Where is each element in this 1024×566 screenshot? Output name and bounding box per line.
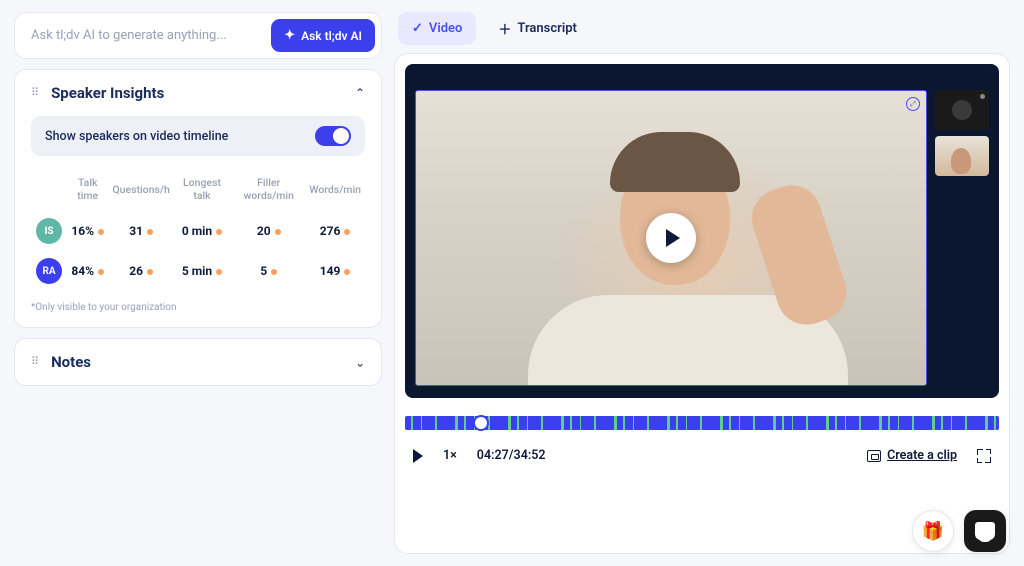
timeline-speakers-toggle-label: Show speakers on video timeline <box>45 129 228 144</box>
speaker-insights-header[interactable]: ⠿ Speaker Insights ⌃ <box>31 84 365 102</box>
play-button[interactable] <box>646 213 696 263</box>
player-frame: ⤢ <box>405 64 999 398</box>
ask-ai-button[interactable]: ✦ Ask tl;dv AI <box>271 19 375 52</box>
speaker-insights-card: ⠿ Speaker Insights ⌃ Show speakers on vi… <box>14 69 382 328</box>
drag-handle-icon[interactable]: ⠿ <box>31 359 41 365</box>
player-controls: 1× 04:27/34:52 Create a clip <box>405 448 999 463</box>
trend-dot-icon <box>147 229 153 235</box>
tab-video[interactable]: ✓ Video <box>398 12 476 45</box>
speaker-stats-table: Talk time Questions/h Longest talk Fille… <box>31 170 365 292</box>
playback-speed[interactable]: 1× <box>443 448 457 463</box>
trend-dot-icon <box>344 269 350 275</box>
speaker-insights-title: Speaker Insights <box>51 84 345 102</box>
cell-filler: 5 <box>260 264 267 278</box>
intercom-icon <box>975 522 995 540</box>
sparkle-icon: ✦ <box>284 28 295 43</box>
ask-ai-label: Ask tl;dv AI <box>301 29 362 43</box>
gift-button[interactable]: 🎁 <box>912 510 954 552</box>
ai-prompt-bar: ✦ Ask tl;dv AI <box>14 12 382 59</box>
ai-prompt-input[interactable] <box>29 27 263 44</box>
expand-icon[interactable]: ⤢ <box>906 97 920 111</box>
table-row: IS 16% 31 0 min 20 276 <box>33 212 363 250</box>
time-display: 04:27/34:52 <box>477 448 546 463</box>
trend-dot-icon <box>271 269 277 275</box>
participant-thumbnails <box>935 90 989 386</box>
timeline <box>405 416 999 430</box>
fullscreen-icon[interactable] <box>977 449 991 463</box>
timeline-speakers-toggle[interactable] <box>315 126 351 146</box>
video-panel: ⤢ 1× 04:27/34:52 <box>394 53 1010 554</box>
time-duration: 34:52 <box>514 448 546 463</box>
trend-dot-icon <box>216 269 222 275</box>
timeline-speakers-toggle-row: Show speakers on video timeline <box>31 116 365 156</box>
right-panel: ✓ Video ＋ Transcript ⤢ <box>394 12 1010 554</box>
playhead[interactable] <box>473 415 489 431</box>
trend-dot-icon <box>147 269 153 275</box>
avatar: RA <box>36 258 62 284</box>
play-small-button[interactable] <box>413 449 423 463</box>
time-current: 04:27 <box>477 448 509 463</box>
check-icon: ✓ <box>412 21 423 36</box>
gift-icon: 🎁 <box>922 521 944 542</box>
main-video[interactable]: ⤢ <box>415 90 927 386</box>
col-longest: Longest talk <box>174 172 230 210</box>
cell-wpm: 149 <box>320 264 341 278</box>
avatar: IS <box>36 218 62 244</box>
tab-transcript[interactable]: ＋ Transcript <box>484 12 590 45</box>
chevron-up-icon: ⌃ <box>355 86 365 100</box>
col-questions: Questions/h <box>110 172 171 210</box>
drag-handle-icon[interactable]: ⠿ <box>31 90 41 96</box>
view-tabs: ✓ Video ＋ Transcript <box>394 12 1010 53</box>
cell-talk-time: 16% <box>71 224 94 238</box>
notes-card: ⠿ Notes ⌃ <box>14 338 382 386</box>
left-panel: ✦ Ask tl;dv AI ⠿ Speaker Insights ⌃ Show… <box>14 12 382 554</box>
tab-video-label: Video <box>429 21 463 36</box>
participant-thumbnail[interactable] <box>935 136 989 176</box>
trend-dot-icon <box>344 229 350 235</box>
floating-actions: 🎁 <box>912 510 1006 552</box>
cell-questions: 26 <box>129 264 143 278</box>
cell-filler: 20 <box>257 224 271 238</box>
notes-header[interactable]: ⠿ Notes ⌃ <box>31 353 365 371</box>
cell-wpm: 276 <box>320 224 341 238</box>
chevron-down-icon: ⌃ <box>355 355 365 369</box>
trend-dot-icon <box>275 229 281 235</box>
notes-title: Notes <box>51 353 345 371</box>
trend-dot-icon <box>216 229 222 235</box>
timeline-track[interactable] <box>405 416 999 430</box>
col-talk-time: Talk time <box>67 172 108 210</box>
trend-dot-icon <box>98 229 104 235</box>
cell-talk-time: 84% <box>71 264 94 278</box>
trend-dot-icon <box>98 269 104 275</box>
plus-icon: ＋ <box>498 19 511 38</box>
cell-longest: 5 min <box>182 264 212 278</box>
cell-longest: 0 min <box>182 224 212 238</box>
cell-questions: 31 <box>129 224 143 238</box>
visibility-footnote: *Only visible to your organization <box>31 302 365 313</box>
tab-transcript-label: Transcript <box>517 21 576 36</box>
col-wpm: Words/min <box>307 172 363 210</box>
col-filler: Filler words/min <box>232 172 305 210</box>
participant-thumbnail[interactable] <box>935 90 989 130</box>
create-clip-label: Create a clip <box>887 448 957 463</box>
intercom-button[interactable] <box>964 510 1006 552</box>
table-row: RA 84% 26 5 min 5 149 <box>33 252 363 290</box>
create-clip-button[interactable]: Create a clip <box>867 448 957 463</box>
clip-icon <box>867 450 881 462</box>
